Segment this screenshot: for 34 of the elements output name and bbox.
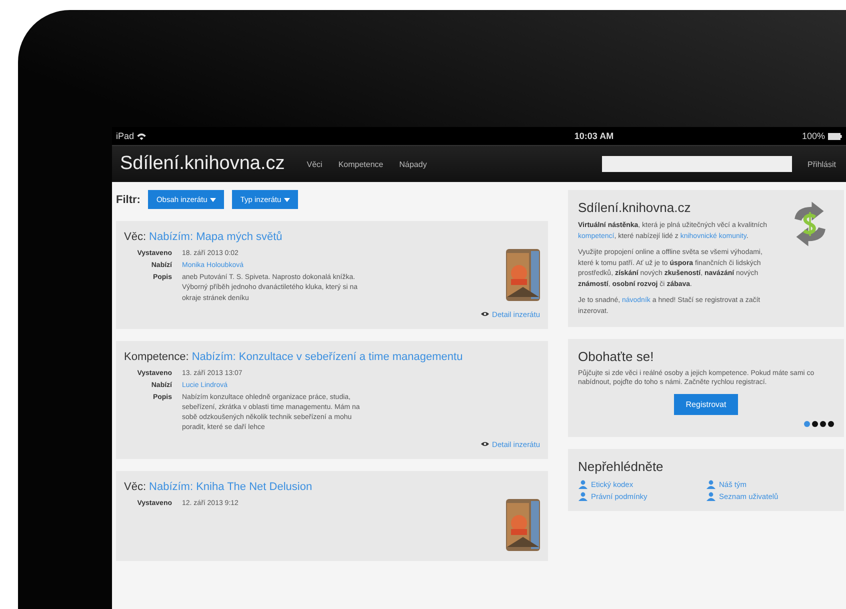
nav-link[interactable]: Kompetence [338, 160, 384, 168]
person-icon [706, 492, 716, 500]
login-link[interactable]: Přihlásit [808, 160, 836, 168]
carousel-dot[interactable] [820, 420, 826, 426]
listing-type: Věc: [124, 231, 146, 243]
listing-type: Kompetence: [124, 350, 189, 363]
panel-heading: Nepřehlédněte [578, 458, 664, 474]
listing-type: Věc: [124, 480, 146, 493]
battery-percent: 100% [802, 131, 825, 141]
clock: 10:03 AM [574, 131, 614, 141]
carousel-dot[interactable] [828, 420, 834, 426]
search-field[interactable] [602, 156, 792, 172]
eye-icon [481, 311, 490, 318]
listing-title-link[interactable]: Nabízím: Kniha The Net Delusion [149, 480, 312, 493]
panel-heading: Obohaťte se! [578, 349, 655, 364]
panel-heading: Sdílení.knihovna.cz [578, 200, 692, 215]
listing-title-link[interactable]: Nabízím: Konzultace v sebeřízení a time managementu [192, 350, 463, 363]
nav-link[interactable]: Nápady [399, 160, 427, 168]
carousel-dot[interactable] [804, 420, 810, 426]
wifi-icon [137, 132, 146, 140]
person-icon [578, 480, 588, 488]
device-name: iPad [116, 131, 134, 141]
caret-icon [284, 198, 290, 202]
eye-icon [481, 441, 490, 448]
filter-label: Filtr: [116, 194, 140, 206]
caret-icon [210, 198, 216, 202]
carousel-dot[interactable] [812, 420, 818, 426]
person-icon [706, 480, 716, 488]
site-logo[interactable]: Sdílení.knihovna.cz [120, 153, 285, 175]
listing-title-link[interactable]: Nabízím: Mapa mých světů [149, 231, 282, 243]
nav-link[interactable]: Věci [306, 160, 322, 168]
person-icon [578, 492, 588, 500]
register-button[interactable]: Registrovat [674, 394, 738, 414]
battery-icon [828, 132, 842, 140]
